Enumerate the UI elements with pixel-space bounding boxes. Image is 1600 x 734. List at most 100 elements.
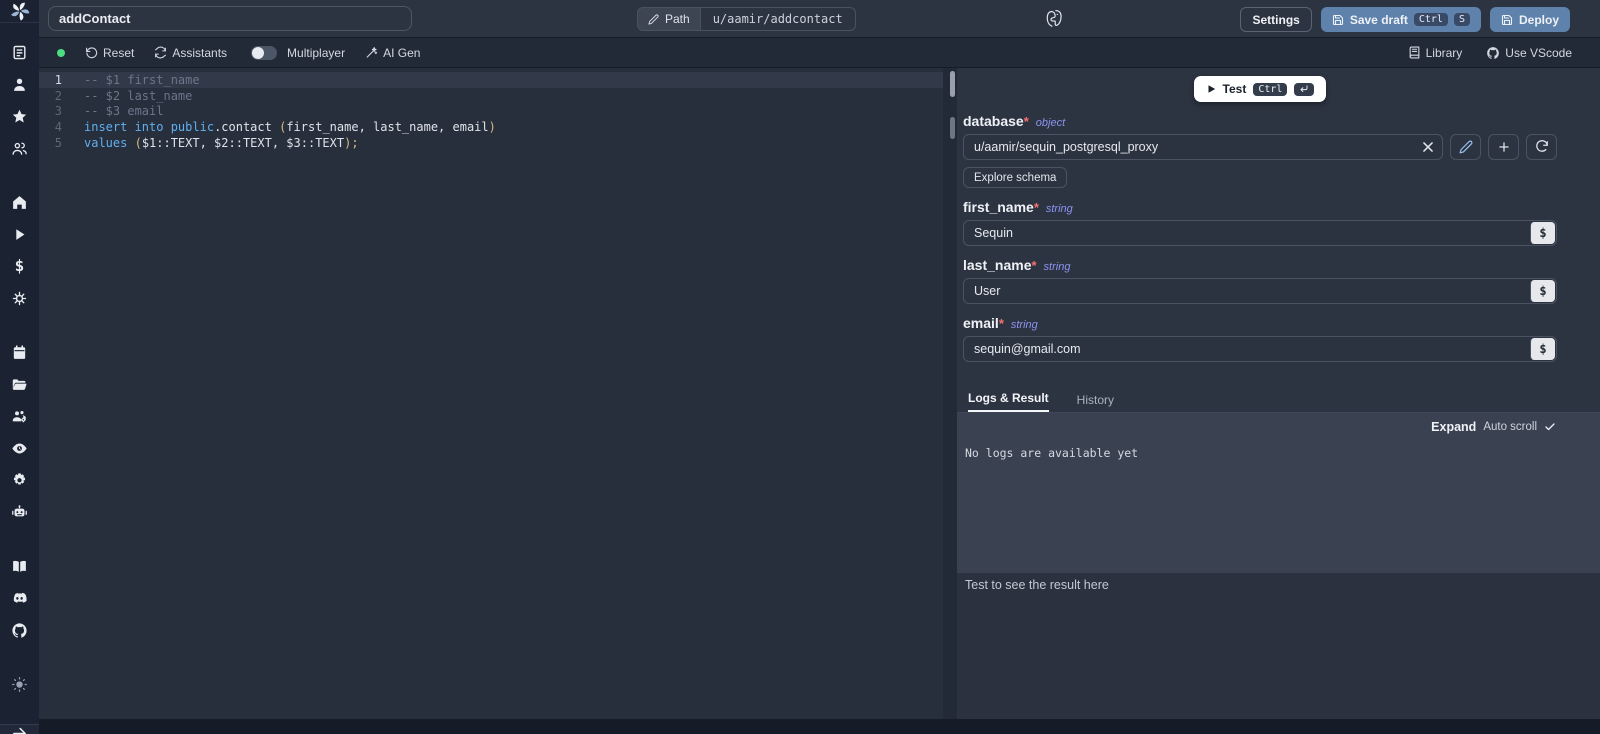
topbar: Path u/aamir/addcontact Settings xyxy=(39,0,1600,38)
field-name: first_name xyxy=(963,199,1034,215)
autoscroll-toggle[interactable]: Auto scroll xyxy=(1483,421,1537,433)
undo-icon xyxy=(85,46,98,59)
variables-icon: $ xyxy=(15,256,25,276)
database-resource-input[interactable] xyxy=(963,134,1443,160)
sidebar-item-favorites[interactable] xyxy=(6,102,34,130)
runs-icon xyxy=(11,226,28,243)
use-vscode-button[interactable]: Use VScode xyxy=(1486,46,1572,60)
multiplayer-label-wrap: Multiplayer xyxy=(287,46,345,60)
explore-schema-button[interactable]: Explore schema xyxy=(963,167,1067,188)
ai-gen-label: AI Gen xyxy=(383,46,420,60)
required-mark: * xyxy=(1034,200,1039,215)
save-draft-button[interactable]: Save draft Ctrl S xyxy=(1321,7,1481,32)
sidebar-item-audit-logs[interactable] xyxy=(6,434,34,462)
ai-icon xyxy=(11,504,28,521)
groups-icon xyxy=(11,140,28,157)
insert-variable-button[interactable]: $ xyxy=(1530,280,1555,302)
user-icon xyxy=(11,76,28,93)
code-line[interactable]: 2-- $2 last_name xyxy=(39,88,943,104)
windmill-logo[interactable] xyxy=(0,0,39,23)
sidebar-item-theme-toggle[interactable] xyxy=(6,670,34,698)
line-number: 2 xyxy=(39,89,75,103)
code-line[interactable]: 3-- $3 email xyxy=(39,103,943,119)
test-label: Test xyxy=(1223,82,1247,96)
insert-variable-button[interactable]: $ xyxy=(1530,338,1555,360)
docs-icon xyxy=(11,558,28,575)
line-number: 4 xyxy=(39,120,75,134)
test-button[interactable]: Test Ctrl xyxy=(1194,76,1327,102)
sidebar-item-docs[interactable] xyxy=(6,552,34,580)
refresh-resource-button[interactable] xyxy=(1526,134,1557,160)
schedules-icon xyxy=(11,344,28,361)
tab-logs-result[interactable]: Logs & Result xyxy=(968,391,1049,412)
line-number: 3 xyxy=(39,104,75,118)
tab-history[interactable]: History xyxy=(1077,393,1114,412)
sidebar-item-resources[interactable] xyxy=(6,284,34,312)
sidebar-item-apps[interactable] xyxy=(6,38,34,66)
library-button[interactable]: Library xyxy=(1408,46,1463,60)
plus-icon xyxy=(1497,140,1511,154)
sidebar-item-settings[interactable] xyxy=(6,466,34,494)
sidebar-item-github[interactable] xyxy=(6,616,34,644)
script-name-input[interactable] xyxy=(48,6,412,31)
settings-button[interactable]: Settings xyxy=(1240,7,1311,32)
path-group: Path u/aamir/addcontact xyxy=(637,7,856,31)
sidebar-item-discord[interactable] xyxy=(6,584,34,612)
sidebar-item-schedules[interactable] xyxy=(6,338,34,366)
edit-resource-button[interactable] xyxy=(1450,134,1481,160)
field-name: database xyxy=(963,113,1024,129)
add-resource-button[interactable] xyxy=(1488,134,1519,160)
line-number: 1 xyxy=(39,73,75,87)
assistants-button[interactable]: Assistants xyxy=(154,46,227,60)
email-input[interactable] xyxy=(963,336,1557,362)
edit-path-button[interactable]: Path xyxy=(637,7,701,31)
kbd-s: S xyxy=(1454,13,1470,26)
audit-logs-icon xyxy=(11,440,28,457)
reset-button[interactable]: Reset xyxy=(85,46,134,60)
windmill-pinwheel-icon xyxy=(9,0,31,22)
library-label: Library xyxy=(1426,46,1463,60)
settings-label: Settings xyxy=(1252,13,1299,27)
multiplayer-toggle[interactable] xyxy=(251,46,277,60)
clear-icon[interactable] xyxy=(1421,140,1435,154)
settings-icon xyxy=(11,472,28,489)
pane-splitter[interactable] xyxy=(943,68,957,734)
main-area: Path u/aamir/addcontact Settings xyxy=(39,0,1600,734)
code-editor[interactable]: 1-- $1 first_name2-- $2 last_name3-- $3 … xyxy=(39,68,943,734)
reset-label: Reset xyxy=(103,46,134,60)
field-type: string xyxy=(1046,203,1073,215)
result-tabs: Logs & Result History xyxy=(957,390,1600,413)
save-draft-label: Save draft xyxy=(1350,13,1408,27)
path-value[interactable]: u/aamir/addcontact xyxy=(701,7,856,31)
expand-button[interactable]: Expand xyxy=(1431,420,1476,434)
pencil-icon xyxy=(648,14,659,25)
discord-icon xyxy=(11,590,28,607)
code-line[interactable]: 4insert into public.contact (first_name,… xyxy=(39,119,943,135)
content-row: 1-- $1 first_name2-- $2 last_name3-- $3 … xyxy=(39,68,1600,734)
code-line[interactable]: 1-- $1 first_name xyxy=(39,72,943,88)
code-line[interactable]: 5values ($1::TEXT, $2::TEXT, $3::TEXT); xyxy=(39,135,943,151)
sidebar-item-home[interactable] xyxy=(6,188,34,216)
sidebar-item-workers[interactable] xyxy=(6,402,34,430)
sidebar-item-folders[interactable] xyxy=(6,370,34,398)
sidebar-item-runs[interactable] xyxy=(6,220,34,248)
toggle-knob xyxy=(252,47,264,59)
scrollbar-thumb[interactable] xyxy=(950,71,955,97)
last-name-input[interactable] xyxy=(963,278,1557,304)
sidebar-item-groups[interactable] xyxy=(6,134,34,162)
sidebar-item-user[interactable] xyxy=(6,70,34,98)
field-label-email: email* string xyxy=(963,315,1557,331)
sidebar-item-expand-sidebar[interactable] xyxy=(0,724,39,734)
home-icon xyxy=(11,194,28,211)
sidebar-item-variables[interactable]: $ xyxy=(6,252,34,280)
sidebar-item-ai[interactable] xyxy=(6,498,34,526)
first-name-input[interactable] xyxy=(963,220,1557,246)
run-panel: Test Ctrl database* object xyxy=(957,68,1600,734)
insert-variable-button[interactable]: $ xyxy=(1530,222,1555,244)
deploy-button[interactable]: Deploy xyxy=(1490,7,1570,32)
editor-toolbar: Reset Assistants Multiplayer AI Gen xyxy=(39,38,1600,68)
field-name: email xyxy=(963,315,999,331)
scrollbar-thumb[interactable] xyxy=(950,117,955,139)
ai-gen-button[interactable]: AI Gen xyxy=(365,46,420,60)
bottom-edge xyxy=(39,719,1600,734)
